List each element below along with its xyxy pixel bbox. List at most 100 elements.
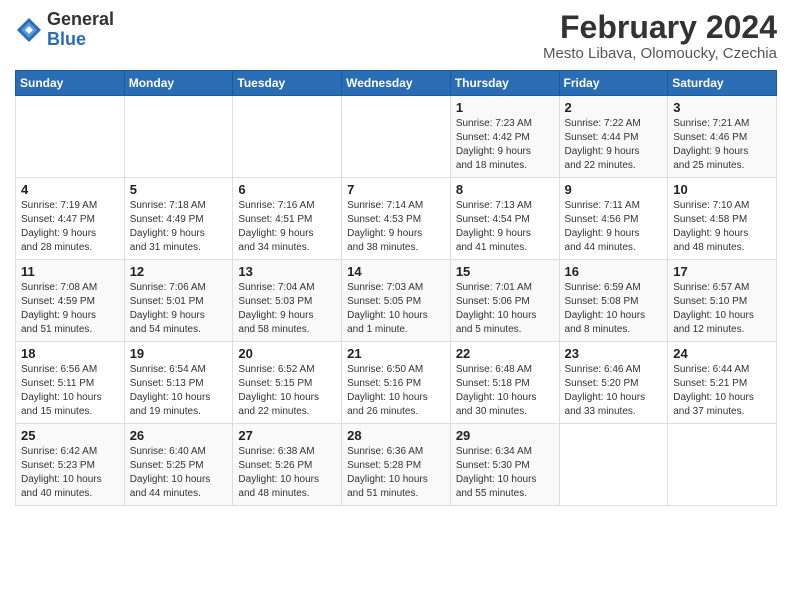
- calendar-cell: 9 Sunrise: 7:11 AMSunset: 4:56 PMDaylight…: [559, 178, 668, 260]
- day-info: Sunrise: 6:59 AMSunset: 5:08 PMDaylight:…: [565, 281, 663, 337]
- day-number: 12: [130, 264, 228, 279]
- day-info: Sunrise: 7:01 AMSunset: 5:06 PMDaylight:…: [456, 281, 554, 337]
- main-title: February 2024: [543, 10, 777, 45]
- calendar-header-day: Tuesday: [233, 71, 342, 96]
- calendar-cell: 11Sunrise: 7:08 AMSunset: 4:59 PMDayligh…: [16, 260, 125, 342]
- calendar-cell: [16, 96, 125, 178]
- day-number: 9: [565, 182, 663, 197]
- day-info: Sunrise: 7:23 AMSunset: 4:42 PMDaylight:…: [456, 117, 554, 173]
- day-info: Sunrise: 6:56 AMSunset: 5:11 PMDaylight:…: [21, 363, 119, 419]
- day-info: Sunrise: 7:03 AMSunset: 5:05 PMDaylight:…: [347, 281, 445, 337]
- calendar-cell: [668, 424, 777, 506]
- day-number: 22: [456, 346, 554, 361]
- day-number: 7: [347, 182, 445, 197]
- calendar-cell: 2 Sunrise: 7:22 AMSunset: 4:44 PMDaylight…: [559, 96, 668, 178]
- calendar-cell: 21 Sunrise: 6:50 AMSunset: 5:16 PMDayligh…: [342, 342, 451, 424]
- day-info: Sunrise: 7:13 AMSunset: 4:54 PMDaylight:…: [456, 199, 554, 255]
- day-info: Sunrise: 7:10 AMSunset: 4:58 PMDaylight:…: [673, 199, 771, 255]
- subtitle: Mesto Libava, Olomoucky, Czechia: [543, 45, 777, 62]
- calendar-cell: 26 Sunrise: 6:40 AMSunset: 5:25 PMDayligh…: [124, 424, 233, 506]
- calendar-cell: [233, 96, 342, 178]
- day-number: 23: [565, 346, 663, 361]
- calendar-table: SundayMondayTuesdayWednesdayThursdayFrid…: [15, 70, 777, 506]
- day-info: Sunrise: 6:36 AMSunset: 5:28 PMDaylight:…: [347, 445, 445, 501]
- calendar-cell: 3Sunrise: 7:21 AMSunset: 4:46 PMDaylight…: [668, 96, 777, 178]
- calendar-cell: 29 Sunrise: 6:34 AMSunset: 5:30 PMDayligh…: [450, 424, 559, 506]
- day-info: Sunrise: 6:50 AMSunset: 5:16 PMDaylight:…: [347, 363, 445, 419]
- day-info: Sunrise: 6:48 AMSunset: 5:18 PMDaylight:…: [456, 363, 554, 419]
- day-info: Sunrise: 6:54 AMSunset: 5:13 PMDaylight:…: [130, 363, 228, 419]
- logo: General Blue: [15, 10, 114, 50]
- calendar-header-day: Saturday: [668, 71, 777, 96]
- day-info: Sunrise: 7:06 AMSunset: 5:01 PMDaylight:…: [130, 281, 228, 337]
- day-number: 17: [673, 264, 771, 279]
- day-info: Sunrise: 7:11 AMSunset: 4:56 PMDaylight:…: [565, 199, 663, 255]
- calendar-week-row: 11Sunrise: 7:08 AMSunset: 4:59 PMDayligh…: [16, 260, 777, 342]
- day-number: 18: [21, 346, 119, 361]
- calendar-week-row: 18 Sunrise: 6:56 AMSunset: 5:11 PMDayligh…: [16, 342, 777, 424]
- day-number: 6: [238, 182, 336, 197]
- calendar-cell: [559, 424, 668, 506]
- day-info: Sunrise: 7:19 AMSunset: 4:47 PMDaylight:…: [21, 199, 119, 255]
- calendar-cell: 7 Sunrise: 7:14 AMSunset: 4:53 PMDaylight…: [342, 178, 451, 260]
- day-number: 5: [130, 182, 228, 197]
- calendar-header: SundayMondayTuesdayWednesdayThursdayFrid…: [16, 71, 777, 96]
- calendar-week-row: 4Sunrise: 7:19 AMSunset: 4:47 PMDaylight…: [16, 178, 777, 260]
- calendar-cell: 17 Sunrise: 6:57 AMSunset: 5:10 PMDayligh…: [668, 260, 777, 342]
- calendar-cell: 6 Sunrise: 7:16 AMSunset: 4:51 PMDaylight…: [233, 178, 342, 260]
- day-info: Sunrise: 7:22 AMSunset: 4:44 PMDaylight:…: [565, 117, 663, 173]
- calendar-week-row: 1 Sunrise: 7:23 AMSunset: 4:42 PMDaylight…: [16, 96, 777, 178]
- day-info: Sunrise: 6:34 AMSunset: 5:30 PMDaylight:…: [456, 445, 554, 501]
- calendar-header-day: Wednesday: [342, 71, 451, 96]
- calendar-cell: 20 Sunrise: 6:52 AMSunset: 5:15 PMDayligh…: [233, 342, 342, 424]
- calendar-cell: 16 Sunrise: 6:59 AMSunset: 5:08 PMDayligh…: [559, 260, 668, 342]
- calendar-cell: 18 Sunrise: 6:56 AMSunset: 5:11 PMDayligh…: [16, 342, 125, 424]
- logo-blue: Blue: [47, 29, 86, 49]
- calendar-week-row: 25Sunrise: 6:42 AMSunset: 5:23 PMDayligh…: [16, 424, 777, 506]
- calendar-cell: 22 Sunrise: 6:48 AMSunset: 5:18 PMDayligh…: [450, 342, 559, 424]
- calendar-cell: [124, 96, 233, 178]
- day-number: 11: [21, 264, 119, 279]
- calendar-cell: 5Sunrise: 7:18 AMSunset: 4:49 PMDaylight…: [124, 178, 233, 260]
- day-info: Sunrise: 6:42 AMSunset: 5:23 PMDaylight:…: [21, 445, 119, 501]
- day-info: Sunrise: 6:46 AMSunset: 5:20 PMDaylight:…: [565, 363, 663, 419]
- day-info: Sunrise: 6:52 AMSunset: 5:15 PMDaylight:…: [238, 363, 336, 419]
- page-header: General Blue February 2024 Mesto Libava,…: [15, 10, 777, 62]
- calendar-header-day: Sunday: [16, 71, 125, 96]
- calendar-cell: 13Sunrise: 7:04 AMSunset: 5:03 PMDayligh…: [233, 260, 342, 342]
- calendar-cell: 24Sunrise: 6:44 AMSunset: 5:21 PMDayligh…: [668, 342, 777, 424]
- calendar-cell: 28 Sunrise: 6:36 AMSunset: 5:28 PMDayligh…: [342, 424, 451, 506]
- day-number: 15: [456, 264, 554, 279]
- day-info: Sunrise: 7:16 AMSunset: 4:51 PMDaylight:…: [238, 199, 336, 255]
- calendar-cell: 15 Sunrise: 7:01 AMSunset: 5:06 PMDayligh…: [450, 260, 559, 342]
- title-block: February 2024 Mesto Libava, Olomoucky, C…: [543, 10, 777, 62]
- logo-general: General: [47, 9, 114, 29]
- day-info: Sunrise: 6:40 AMSunset: 5:25 PMDaylight:…: [130, 445, 228, 501]
- day-number: 13: [238, 264, 336, 279]
- calendar-cell: 4Sunrise: 7:19 AMSunset: 4:47 PMDaylight…: [16, 178, 125, 260]
- day-number: 2: [565, 100, 663, 115]
- day-info: Sunrise: 6:57 AMSunset: 5:10 PMDaylight:…: [673, 281, 771, 337]
- calendar-cell: 23 Sunrise: 6:46 AMSunset: 5:20 PMDayligh…: [559, 342, 668, 424]
- calendar-cell: 8Sunrise: 7:13 AMSunset: 4:54 PMDaylight…: [450, 178, 559, 260]
- calendar-cell: 25Sunrise: 6:42 AMSunset: 5:23 PMDayligh…: [16, 424, 125, 506]
- day-number: 16: [565, 264, 663, 279]
- day-number: 28: [347, 428, 445, 443]
- calendar-header-day: Thursday: [450, 71, 559, 96]
- calendar-header-day: Monday: [124, 71, 233, 96]
- day-number: 1: [456, 100, 554, 115]
- calendar-cell: 19Sunrise: 6:54 AMSunset: 5:13 PMDayligh…: [124, 342, 233, 424]
- logo-text: General Blue: [47, 10, 114, 50]
- calendar-cell: 14Sunrise: 7:03 AMSunset: 5:05 PMDayligh…: [342, 260, 451, 342]
- calendar-header-row: SundayMondayTuesdayWednesdayThursdayFrid…: [16, 71, 777, 96]
- day-info: Sunrise: 6:44 AMSunset: 5:21 PMDaylight:…: [673, 363, 771, 419]
- calendar-header-day: Friday: [559, 71, 668, 96]
- day-number: 21: [347, 346, 445, 361]
- day-info: Sunrise: 7:14 AMSunset: 4:53 PMDaylight:…: [347, 199, 445, 255]
- day-number: 26: [130, 428, 228, 443]
- calendar-cell: 1 Sunrise: 7:23 AMSunset: 4:42 PMDaylight…: [450, 96, 559, 178]
- day-number: 10: [673, 182, 771, 197]
- day-number: 29: [456, 428, 554, 443]
- day-number: 20: [238, 346, 336, 361]
- day-number: 3: [673, 100, 771, 115]
